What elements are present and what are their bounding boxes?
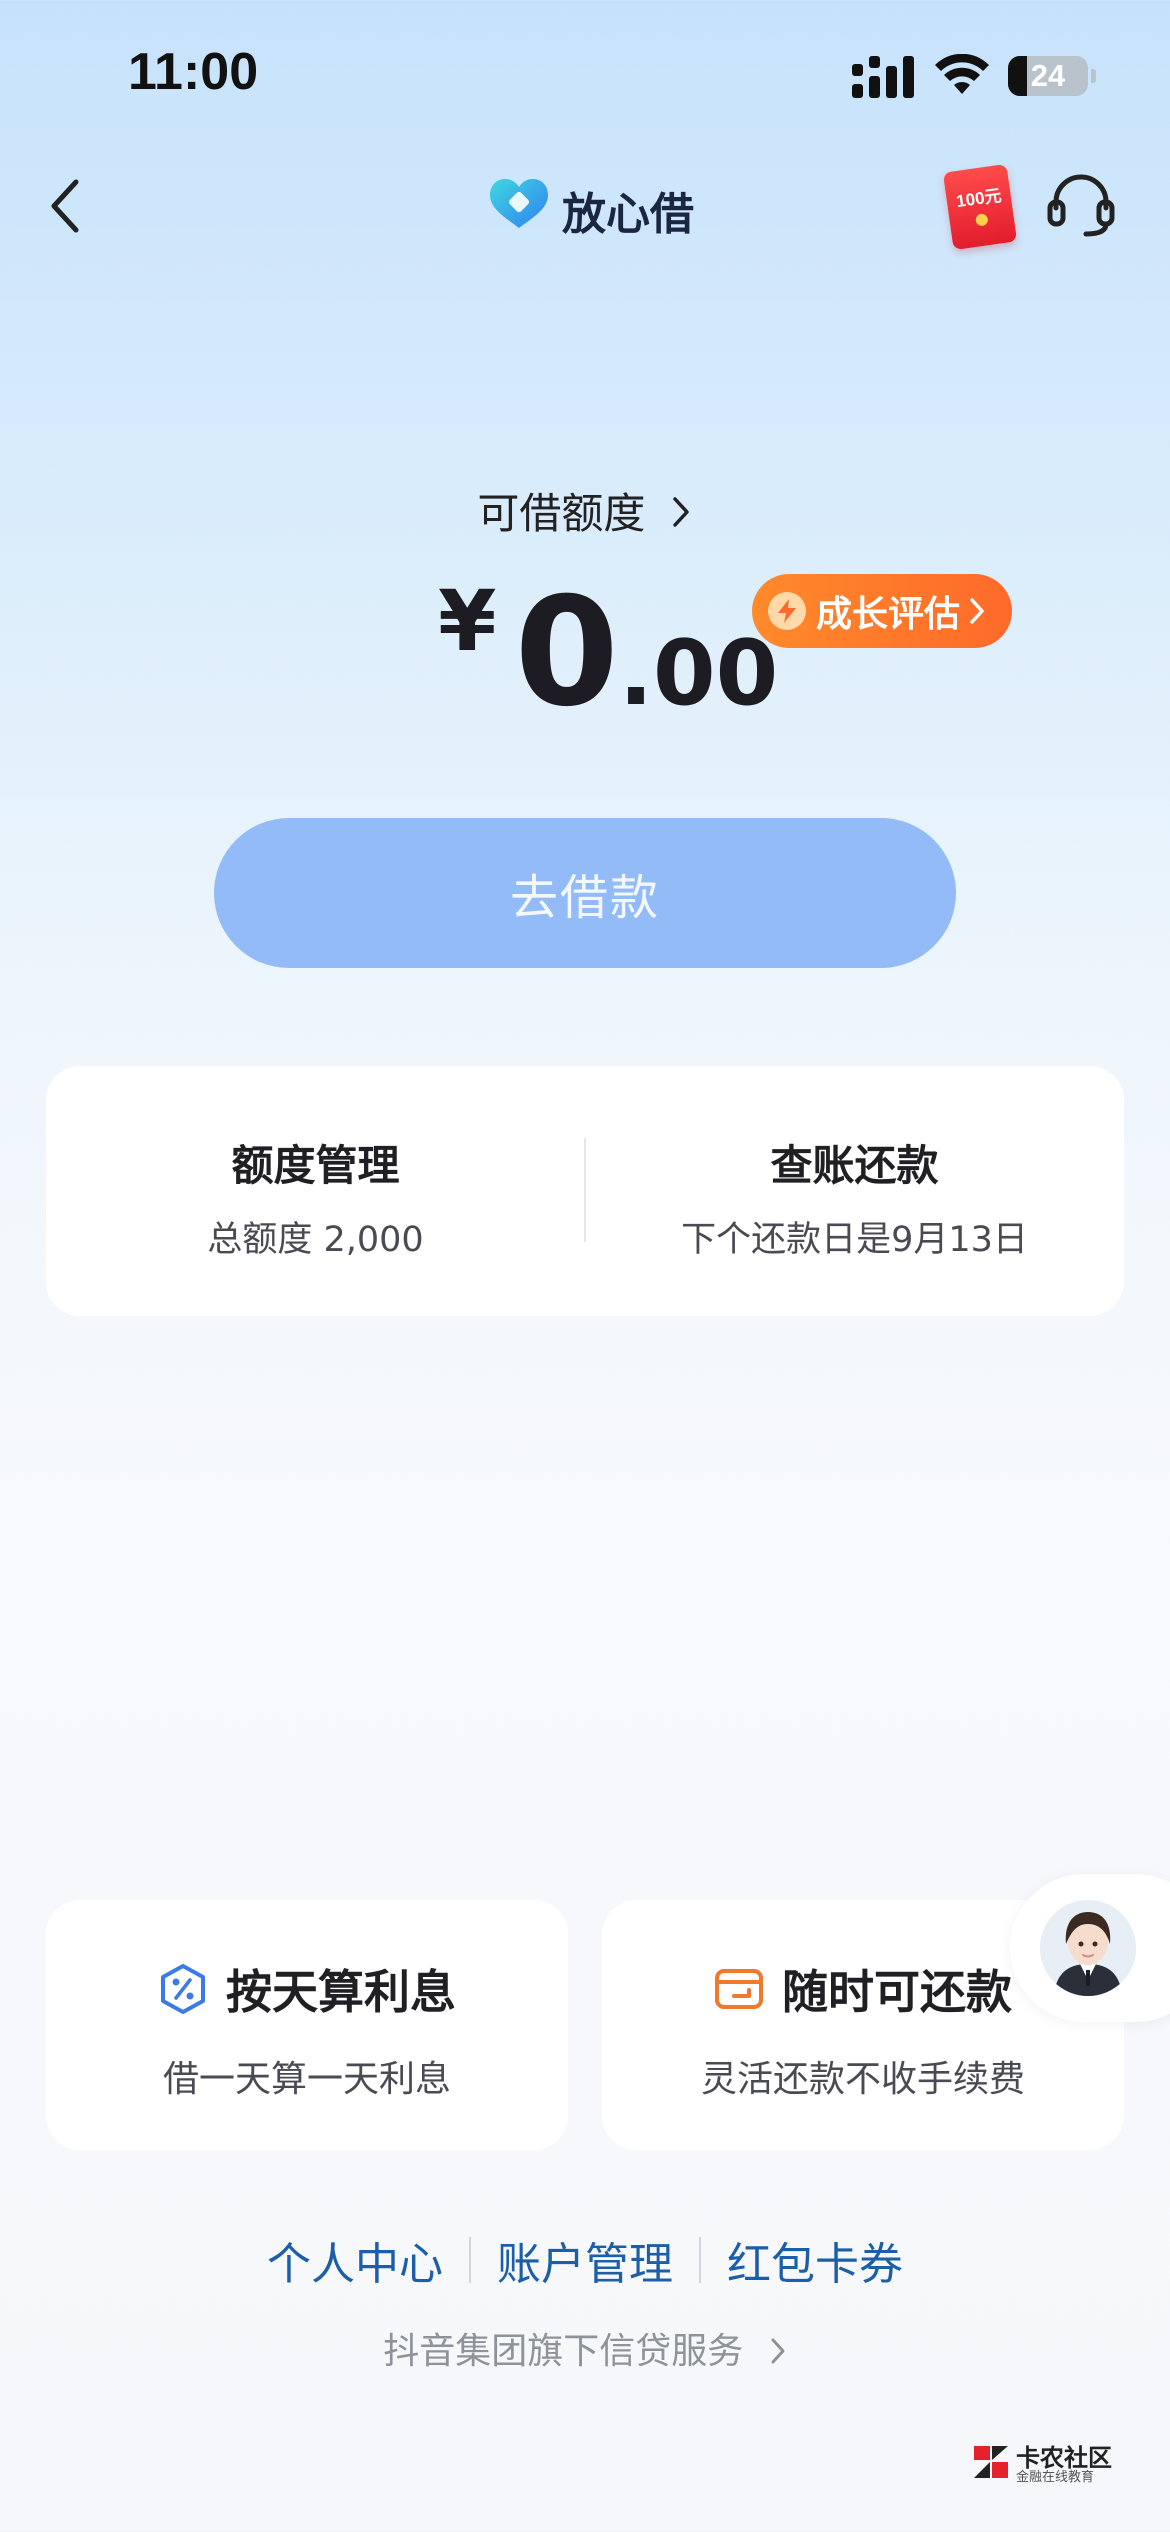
amount-decimal: .00 [618, 621, 779, 726]
battery-level: 24 [1030, 58, 1066, 93]
link-personal-center[interactable]: 个人中心 [267, 2228, 443, 2292]
service-provider-text: 抖音集团旗下信贷服务 [383, 2331, 744, 2372]
available-credit-label[interactable]: 可借额度 [0, 480, 1170, 541]
app-logo-icon [490, 179, 548, 228]
assistant-float-button[interactable] [1010, 1874, 1170, 2022]
link-coupons[interactable]: 红包卡券 [727, 2228, 903, 2292]
feature-title: 按天算利息 [226, 1965, 456, 2019]
limit-management-title: 额度管理 [231, 1141, 400, 1190]
limit-management-entry[interactable]: 额度管理 总额度 2,000 [46, 1132, 585, 1262]
available-credit-text: 可借额度 [477, 489, 646, 538]
repayment-title: 查账还款 [770, 1141, 939, 1190]
amount-integer: 0 [514, 566, 619, 740]
growth-assessment-button[interactable]: 成长评估 [752, 574, 1012, 648]
chevron-right-icon [970, 598, 984, 624]
battery-cap [1091, 69, 1096, 83]
total-limit-text: 总额度 2,000 [207, 1220, 424, 1260]
borrow-button[interactable]: 去借款 [214, 818, 956, 968]
watermark-logo-icon [974, 2446, 1008, 2478]
wifi-icon [935, 54, 989, 94]
feature-title: 随时可还款 [782, 1965, 1012, 2019]
watermark: 卡农社区 金融在线教育 [970, 2438, 1120, 2488]
link-separator [699, 2237, 701, 2283]
chevron-left-icon[interactable] [46, 176, 86, 236]
lightning-icon [768, 592, 806, 630]
app-name: 放心借 [562, 189, 694, 240]
watermark-subtitle: 金融在线教育 [1016, 2470, 1095, 2485]
percent-shield-icon [161, 1964, 205, 2014]
signal-icon [852, 56, 914, 98]
feature-subtitle: 借一天算一天利息 [162, 2059, 451, 2100]
red-packet-label: 100元 [955, 186, 1003, 212]
feature-header: 按天算利息 [46, 1956, 568, 2022]
next-repayment-date: 下个还款日是9月13日 [681, 1220, 1028, 1260]
wallet-icon [715, 1969, 763, 2009]
assistant-avatar [1040, 1900, 1136, 1996]
growth-assessment-label: 成长评估 [816, 594, 961, 635]
link-account-management[interactable]: 账户管理 [497, 2228, 673, 2292]
headset-icon[interactable] [1046, 172, 1116, 238]
chevron-right-icon [771, 2338, 785, 2364]
feature-subtitle: 灵活还款不收手续费 [700, 2059, 1025, 2100]
red-packet-seal [975, 213, 989, 227]
chevron-right-icon [672, 497, 689, 527]
currency-symbol: ¥ [438, 572, 497, 670]
feature-card-daily-interest: 按天算利息 借一天算一天利息 [46, 1900, 568, 2150]
status-time: 11:00 [128, 43, 259, 101]
bottom-links: 个人中心 账户管理 红包卡券 [0, 2228, 1170, 2292]
available-credit-amount: ¥0.00 [438, 566, 778, 740]
credit-info-card: 额度管理 总额度 2,000 查账还款 下个还款日是9月13日 [46, 1066, 1124, 1316]
repayment-entry[interactable]: 查账还款 下个还款日是9月13日 [585, 1132, 1124, 1262]
battery-indicator: 24 [1008, 56, 1088, 96]
service-provider-link[interactable]: 抖音集团旗下信贷服务 [0, 2322, 1170, 2374]
red-packet-icon[interactable]: 100元 [942, 163, 1018, 251]
link-separator [469, 2237, 471, 2283]
